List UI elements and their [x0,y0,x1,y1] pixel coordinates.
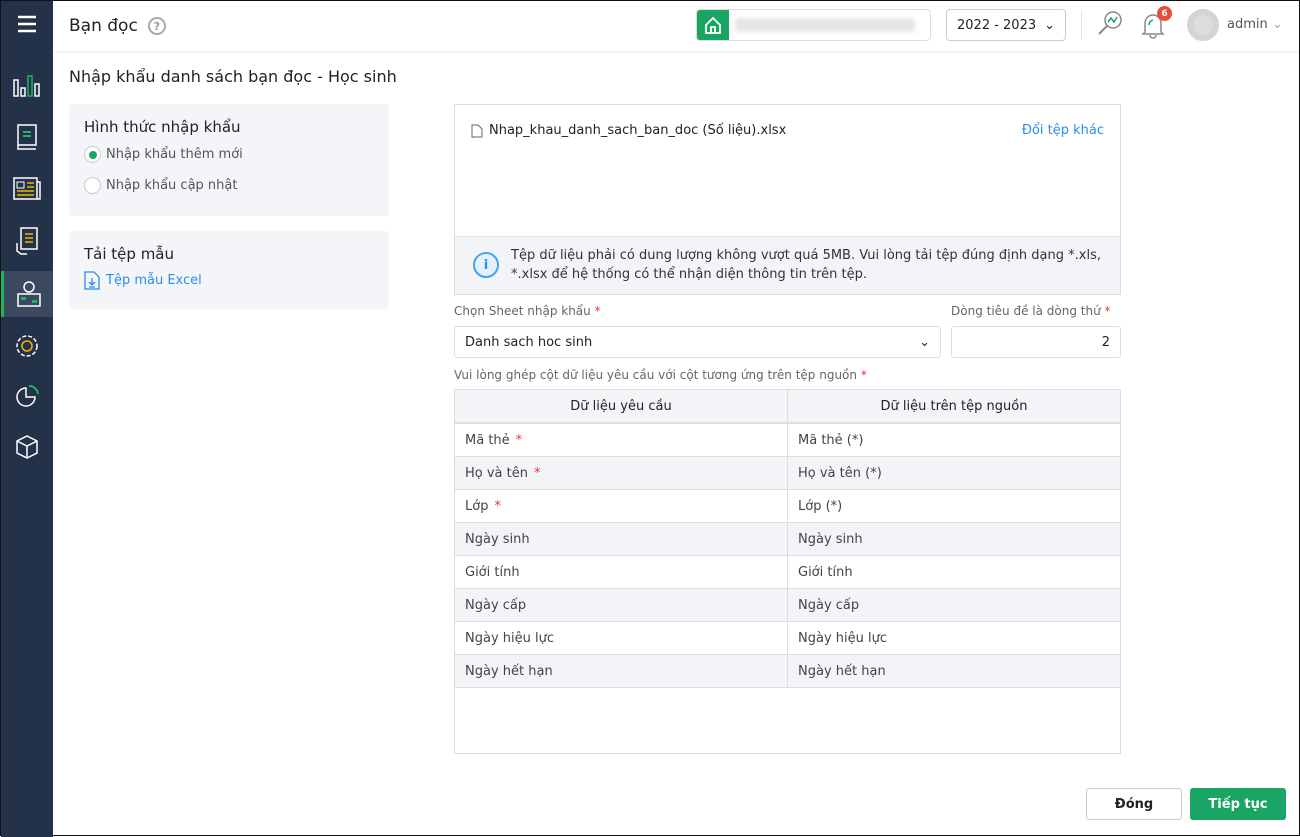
chevron-down-icon: ⌄ [919,334,930,350]
sidebar [1,1,53,837]
source-column-select[interactable]: Lớp (*) [788,490,1120,522]
source-column-select[interactable]: Ngày hết hạn [788,655,1120,687]
required-field: Lớp * [455,490,788,522]
newspaper-icon [13,177,41,200]
user-menu[interactable]: admin ⌄ [1227,17,1283,32]
menu-icon[interactable] [1,1,53,47]
file-upload-area[interactable]: Nhap_khau_danh_sach_ban_doc (Số liệu).xl… [454,104,1121,295]
table-row: Họ và tên * Họ và tên (*) [455,457,1120,490]
home-icon [697,10,729,40]
top-header: Bạn đọc ? 2022 - 2023 ⌄ 6 admin ⌄ [53,1,1299,51]
required-field: Giới tính [455,556,788,588]
required-field: Ngày hết hạn [455,655,788,687]
required-field: Họ và tên * [455,457,788,489]
template-download-link[interactable]: Tệp mẫu Excel [84,271,374,290]
school-year-select[interactable]: 2022 - 2023 ⌄ [946,9,1066,41]
hand-book-icon [16,227,38,255]
import-type-title: Hình thức nhập khẩu [84,118,241,136]
next-button[interactable]: Tiếp tục [1190,788,1286,820]
sidebar-item-readers[interactable] [1,271,53,317]
avatar[interactable] [1187,9,1219,41]
table-row: Lớp * Lớp (*) [455,490,1120,523]
change-file-link[interactable]: Đổi tệp khác [1022,123,1104,138]
username: admin [1227,17,1268,32]
sidebar-item-dashboard[interactable] [1,63,53,109]
reader-icon [16,281,41,307]
search-analytics-icon[interactable] [1097,10,1123,36]
sidebar-item-news[interactable] [1,166,53,212]
template-card: Tải tệp mẫu Tệp mẫu Excel [69,231,389,309]
source-column-select[interactable]: Ngày sinh [788,523,1120,555]
radio-import-new[interactable]: Nhập khẩu thêm mới [84,146,374,163]
table-row: Ngày sinh Ngày sinh [455,523,1120,556]
module-title: Bạn đọc [69,16,138,36]
source-column-select[interactable]: Mã thẻ (*) [788,424,1120,456]
school-selector[interactable] [696,9,931,41]
header-row-input[interactable]: 2 [951,326,1121,358]
required-field: Mã thẻ * [455,424,788,456]
header-row-label: Dòng tiêu đề là dòng thứ * [951,304,1111,318]
info-icon: i [473,252,499,278]
source-column-select[interactable]: Ngày hiệu lực [788,622,1120,654]
chevron-down-icon: ⌄ [1044,17,1055,33]
school-name-blurred [735,18,915,32]
sidebar-item-books[interactable] [1,114,53,160]
file-name: Nhap_khau_danh_sach_ban_doc (Số liệu).xl… [489,123,787,138]
help-icon[interactable]: ? [147,17,166,35]
table-header: Dữ liệu yêu cầu Dữ liệu trên tệp nguồn [455,390,1120,424]
file-info-note: i Tệp dữ liệu phải có dung lượng không vư… [455,236,1120,294]
import-type-card: Hình thức nhập khẩu Nhập khẩu thêm mới N… [69,104,389,216]
school-year-value: 2022 - 2023 [957,17,1037,33]
chevron-down-icon: ⌄ [1271,17,1283,32]
sidebar-item-settings[interactable] [1,323,53,369]
sheet-value: Danh sach hoc sinh [465,334,593,350]
sidebar-item-borrow[interactable] [1,218,53,264]
close-button[interactable]: Đóng [1086,788,1182,820]
table-row: Ngày hiệu lực Ngày hiệu lực [455,622,1120,655]
page-title: Nhập khẩu danh sách bạn đọc - Học sinh [69,67,397,86]
cube-icon [16,435,38,459]
radio-checked[interactable] [84,146,101,163]
table-row: Mã thẻ * Mã thẻ (*) [455,424,1120,457]
bar-chart-icon [13,75,40,97]
table-row: Giới tính Giới tính [455,556,1120,589]
info-text: Tệp dữ liệu phải có dung lượng không vượ… [511,248,1101,282]
radio-label: Nhập khẩu cập nhật [106,178,238,193]
column-header: Dữ liệu yêu cầu [455,390,788,422]
notification-badge: 6 [1157,6,1172,21]
sidebar-item-reports[interactable] [1,374,53,420]
sheet-label: Chọn Sheet nhập khẩu * [454,304,601,318]
required-field: Ngày cấp [455,589,788,621]
pie-chart-icon [16,384,39,407]
file-icon [471,124,483,137]
book-icon [17,124,37,150]
sidebar-item-packages[interactable] [1,424,53,470]
required-field: Ngày sinh [455,523,788,555]
table-row: Ngày hết hạn Ngày hết hạn [455,655,1120,688]
radio-unchecked[interactable] [84,177,101,194]
mapping-label: Vui lòng ghép cột dữ liệu yêu cầu với cộ… [454,368,867,382]
source-column-select[interactable]: Giới tính [788,556,1120,588]
radio-label: Nhập khẩu thêm mới [106,147,243,162]
file-download-icon [84,271,100,290]
source-column-select[interactable]: Họ và tên (*) [788,457,1120,489]
divider [1081,11,1082,39]
template-title: Tải tệp mẫu [84,245,174,263]
required-field: Ngày hiệu lực [455,622,788,654]
sheet-select[interactable]: Danh sach hoc sinh ⌄ [454,326,941,358]
source-column-select[interactable]: Ngày cấp [788,589,1120,621]
column-header: Dữ liệu trên tệp nguồn [880,398,1028,414]
gear-icon [16,335,38,357]
template-link-text: Tệp mẫu Excel [106,273,202,288]
radio-import-update[interactable]: Nhập khẩu cập nhật [84,177,374,194]
table-row: Ngày cấp Ngày cấp [455,589,1120,622]
mapping-table: Dữ liệu yêu cầu Dữ liệu trên tệp nguồn Mã… [454,389,1121,754]
